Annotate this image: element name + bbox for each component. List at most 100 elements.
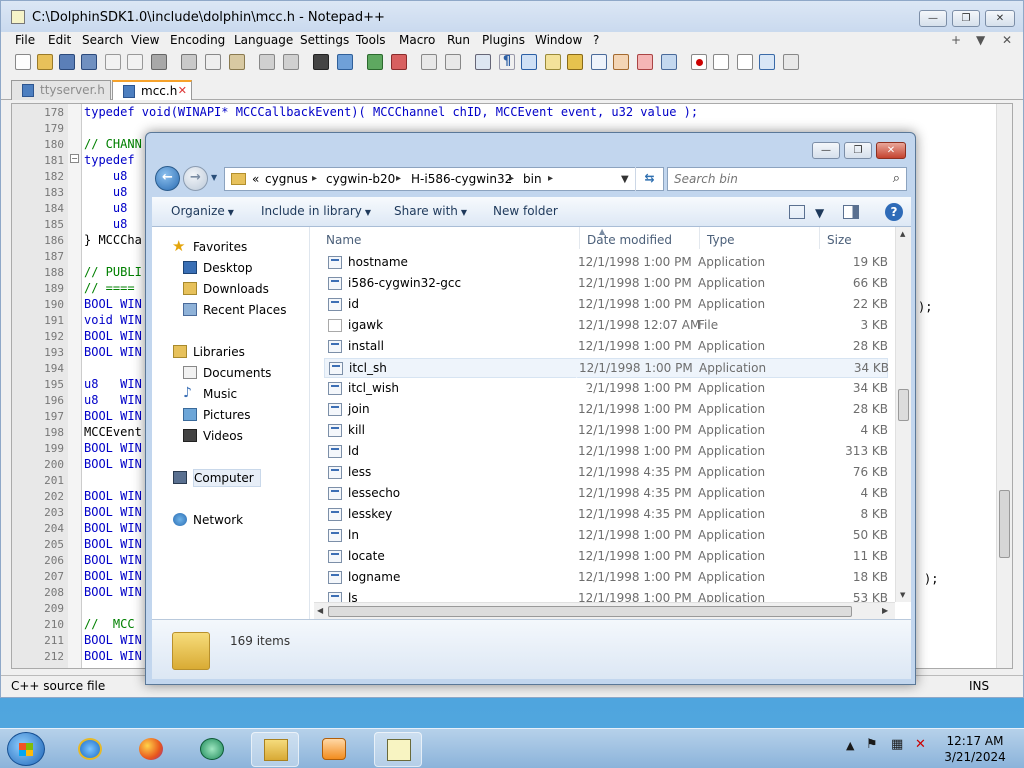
search-input[interactable] bbox=[674, 171, 884, 187]
new-file-icon[interactable] bbox=[15, 54, 31, 70]
menu-search[interactable]: Search bbox=[82, 33, 123, 47]
sync-h-icon[interactable] bbox=[445, 54, 461, 70]
code-line[interactable]: } MCCCha bbox=[84, 233, 142, 247]
chevron-right-icon[interactable]: ▸ bbox=[509, 173, 514, 184]
view-dropdown-icon[interactable]: ▼ bbox=[815, 206, 824, 220]
file-row[interactable]: logname 12/1/1998 1:00 PM Application 18 KB bbox=[324, 568, 888, 588]
close-tab-icon[interactable]: ✕ bbox=[178, 84, 187, 97]
doc-map-icon[interactable] bbox=[567, 54, 583, 70]
code-line[interactable]: BOOL WIN bbox=[84, 441, 142, 455]
scroll-down-icon[interactable]: ▼ bbox=[900, 591, 905, 599]
nav-network[interactable]: Network bbox=[173, 513, 243, 527]
nav-computer[interactable]: Computer bbox=[173, 469, 261, 487]
chevron-right-icon[interactable]: ▸ bbox=[396, 173, 401, 184]
file-row[interactable]: itcl_wish 12/1/1998 1:00 PM Application 34 … bbox=[324, 379, 888, 399]
scroll-right-icon[interactable]: ▶ bbox=[882, 606, 888, 615]
code-line[interactable]: // CHANN bbox=[84, 137, 142, 151]
scroll-up-icon[interactable]: ▲ bbox=[900, 230, 905, 238]
file-row[interactable]: itcl_sh 12/1/1998 1:00 PM Application 34 KB bbox=[324, 358, 889, 378]
nav-recent-places[interactable]: Recent Places bbox=[183, 303, 286, 317]
horizontal-scrollbar[interactable]: ◀ ▶ bbox=[314, 602, 895, 619]
save-icon[interactable] bbox=[59, 54, 75, 70]
menu-edit[interactable]: Edit bbox=[48, 33, 71, 47]
folder-workspace-icon[interactable] bbox=[613, 54, 629, 70]
file-row[interactable]: lessecho 12/1/1998 4:35 PM Application 4 KB bbox=[324, 484, 888, 504]
column-header-date[interactable]: Date modified bbox=[587, 233, 672, 247]
code-line[interactable]: BOOL WIN bbox=[84, 585, 142, 599]
zoom-out-icon[interactable] bbox=[391, 54, 407, 70]
scrollbar-thumb[interactable] bbox=[999, 490, 1010, 558]
code-line[interactable]: // MCC bbox=[84, 617, 135, 631]
close-file-icon[interactable] bbox=[105, 54, 121, 70]
file-row[interactable]: id 12/1/1998 1:00 PM Application 22 KB bbox=[324, 295, 888, 315]
code-line[interactable]: BOOL WIN bbox=[84, 569, 142, 583]
breadcrumb-cygwin-b20[interactable]: cygwin-b20 bbox=[326, 172, 395, 186]
breadcrumb-bin[interactable]: bin bbox=[523, 172, 542, 186]
internet-explorer-button[interactable] bbox=[66, 732, 114, 767]
code-line[interactable]: // PUBLI bbox=[84, 265, 142, 279]
code-line[interactable]: u8 WIN bbox=[84, 377, 142, 391]
forward-button[interactable]: → bbox=[183, 166, 208, 191]
code-line[interactable]: BOOL WIN bbox=[84, 649, 142, 663]
record-macro-icon[interactable] bbox=[691, 54, 707, 70]
file-row[interactable]: hostname 12/1/1998 1:00 PM Application 19 K… bbox=[324, 253, 888, 273]
code-line[interactable]: BOOL WIN bbox=[84, 537, 142, 551]
chevron-right-icon[interactable]: ▸ bbox=[312, 173, 317, 184]
code-line[interactable]: typedef bbox=[84, 153, 135, 167]
search-icon[interactable]: ⌕ bbox=[893, 171, 900, 186]
share-with-button[interactable]: Share with ▼ bbox=[394, 204, 467, 218]
volume-muted-icon[interactable]: ✕ bbox=[915, 737, 926, 752]
nav-desktop[interactable]: Desktop bbox=[183, 261, 253, 275]
code-line[interactable]: u8 bbox=[84, 185, 127, 199]
preview-pane-icon[interactable] bbox=[843, 205, 859, 219]
start-button[interactable] bbox=[7, 732, 45, 766]
close-button[interactable]: ✕ bbox=[876, 142, 906, 159]
file-row[interactable]: locate 12/1/1998 1:00 PM Application 11 KB bbox=[324, 547, 888, 567]
stop-macro-icon[interactable] bbox=[713, 54, 729, 70]
file-list[interactable]: Name ▲ Date modified Type Size hostname 1… bbox=[314, 227, 894, 602]
code-line[interactable]: u8 bbox=[84, 217, 127, 231]
eye-icon[interactable] bbox=[661, 54, 677, 70]
save-all-icon[interactable] bbox=[81, 54, 97, 70]
breadcrumb-overflow[interactable]: « bbox=[252, 172, 259, 186]
close-all-icon[interactable] bbox=[127, 54, 143, 70]
indent-guide-icon[interactable] bbox=[521, 54, 537, 70]
scroll-left-icon[interactable]: ◀ bbox=[317, 606, 323, 615]
menu-language[interactable]: Language bbox=[234, 33, 293, 47]
code-line[interactable]: BOOL WIN bbox=[84, 409, 142, 423]
minimize-button[interactable]: — bbox=[812, 142, 840, 159]
recent-pages-icon[interactable]: ▼ bbox=[211, 173, 217, 182]
refresh-icon[interactable]: ⇆ bbox=[635, 167, 663, 191]
replace-icon[interactable] bbox=[337, 54, 353, 70]
address-bar[interactable]: « cygnus ▸ cygwin-b20 ▸ H-i586-cygwin32 … bbox=[224, 167, 664, 191]
address-dropdown-icon[interactable]: ▼ bbox=[621, 174, 629, 185]
column-header-name[interactable]: Name bbox=[326, 233, 361, 247]
open-file-icon[interactable] bbox=[37, 54, 53, 70]
column-divider[interactable] bbox=[699, 227, 700, 249]
editor-scrollbar[interactable] bbox=[996, 104, 1012, 668]
column-divider[interactable] bbox=[579, 227, 580, 249]
title-bar[interactable]: C:\DolphinSDK1.0\include\dolphin\mcc.h -… bbox=[1, 1, 1023, 33]
maximize-button[interactable]: ❐ bbox=[952, 10, 980, 27]
file-row[interactable]: ld 12/1/1998 1:00 PM Application 313 KB bbox=[324, 442, 888, 462]
tab-list-icon[interactable]: ▼ bbox=[976, 33, 985, 47]
code-line[interactable]: BOOL WIN bbox=[84, 329, 142, 343]
close-doc-icon[interactable]: ✕ bbox=[1002, 33, 1012, 47]
scrollbar-thumb[interactable] bbox=[328, 606, 852, 617]
nav-documents[interactable]: Documents bbox=[183, 366, 271, 380]
sync-v-icon[interactable] bbox=[421, 54, 437, 70]
nav-favorites[interactable]: ★ Favorites bbox=[172, 237, 247, 255]
code-line[interactable]: BOOL WIN bbox=[84, 345, 142, 359]
redo-icon[interactable] bbox=[283, 54, 299, 70]
menu-help[interactable]: ? bbox=[593, 33, 599, 47]
file-list-scrollbar[interactable]: ▲ ▼ bbox=[895, 227, 911, 602]
action-center-flag-icon[interactable]: ⚑ bbox=[866, 737, 878, 752]
file-row[interactable]: ln 12/1/1998 1:00 PM Application 50 KB bbox=[324, 526, 888, 546]
breadcrumb-cygnus[interactable]: cygnus bbox=[265, 172, 308, 186]
copy-icon[interactable] bbox=[205, 54, 221, 70]
file-row[interactable]: i586-cygwin32-gcc 12/1/1998 1:00 PM Applic… bbox=[324, 274, 888, 294]
code-line[interactable]: BOOL WIN bbox=[84, 489, 142, 503]
system-clock[interactable]: 12:17 AM 3/21/2024 bbox=[940, 733, 1010, 765]
nav-downloads[interactable]: Downloads bbox=[183, 282, 269, 296]
media-app-button[interactable] bbox=[188, 732, 236, 767]
